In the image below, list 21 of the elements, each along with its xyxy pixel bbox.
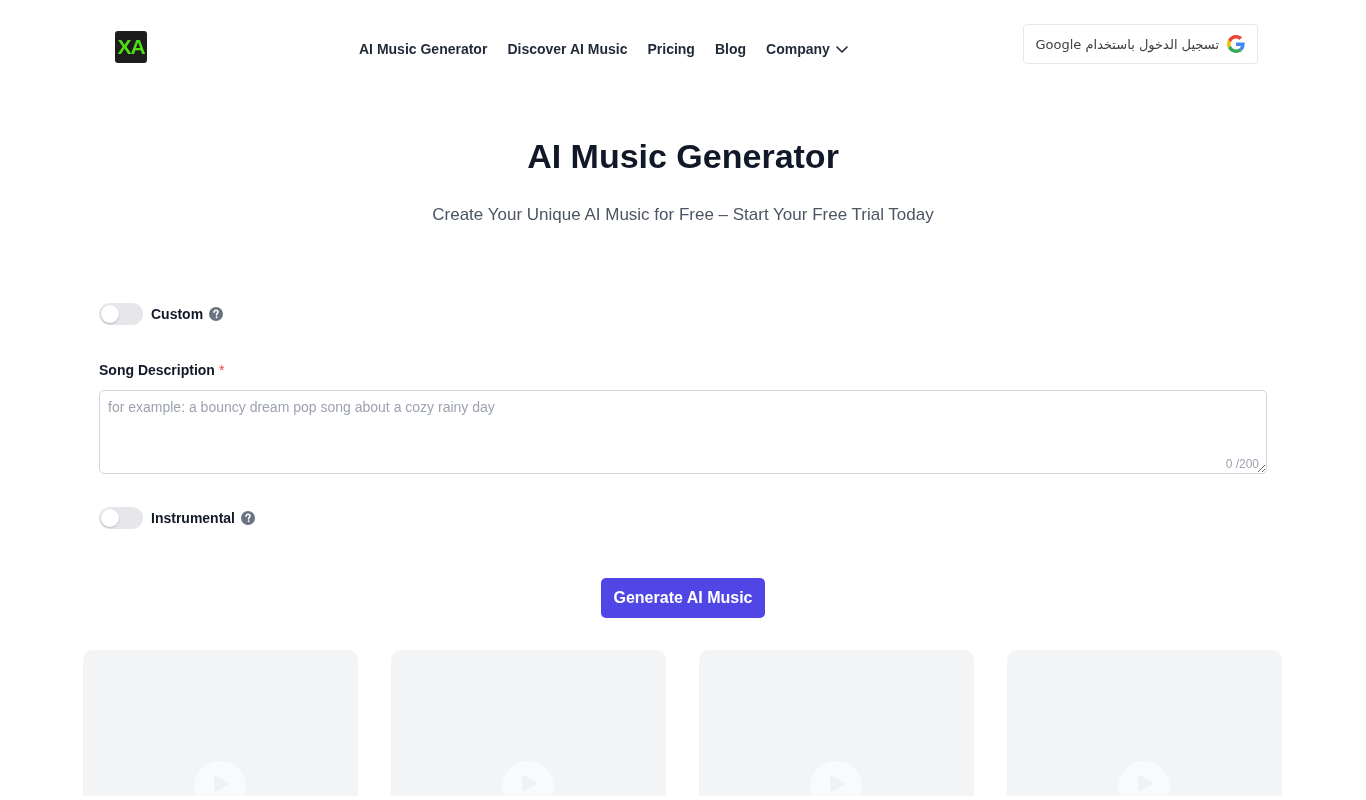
nav-link[interactable]: Blog — [714, 41, 747, 57]
field-label: Song Description — [99, 361, 215, 380]
nav-link[interactable]: Discover AI Music — [507, 41, 628, 57]
logo[interactable]: XA — [115, 31, 147, 63]
toggle-switch[interactable] — [99, 507, 143, 529]
help-icon[interactable] — [209, 307, 224, 321]
toggle-label: Custom — [151, 306, 204, 322]
nav-link[interactable]: Pricing — [647, 41, 695, 57]
nav-link[interactable]: AI Music Generator — [359, 41, 488, 57]
page-title: AI Music Generator — [527, 136, 839, 177]
nav-dropdown[interactable]: Company — [766, 41, 848, 57]
g-logo-icon — [1227, 35, 1245, 53]
toggle-switch[interactable] — [99, 303, 143, 325]
toggle-label: Instrumental — [151, 510, 235, 526]
help-icon[interactable] — [241, 511, 255, 525]
character-counter: 0 /200 — [1225, 457, 1259, 471]
generate-button[interactable]: Generate AI Music — [601, 578, 765, 618]
required-mark: * — [218, 361, 225, 380]
chevron-down-icon — [835, 45, 848, 53]
google-sign-in-button[interactable]: تسجيل الدخول باستخدام Google — [1022, 24, 1258, 64]
page-subtitle: Create Your Unique AI Music for Free – Start Your Free Trial Today — [432, 204, 934, 226]
